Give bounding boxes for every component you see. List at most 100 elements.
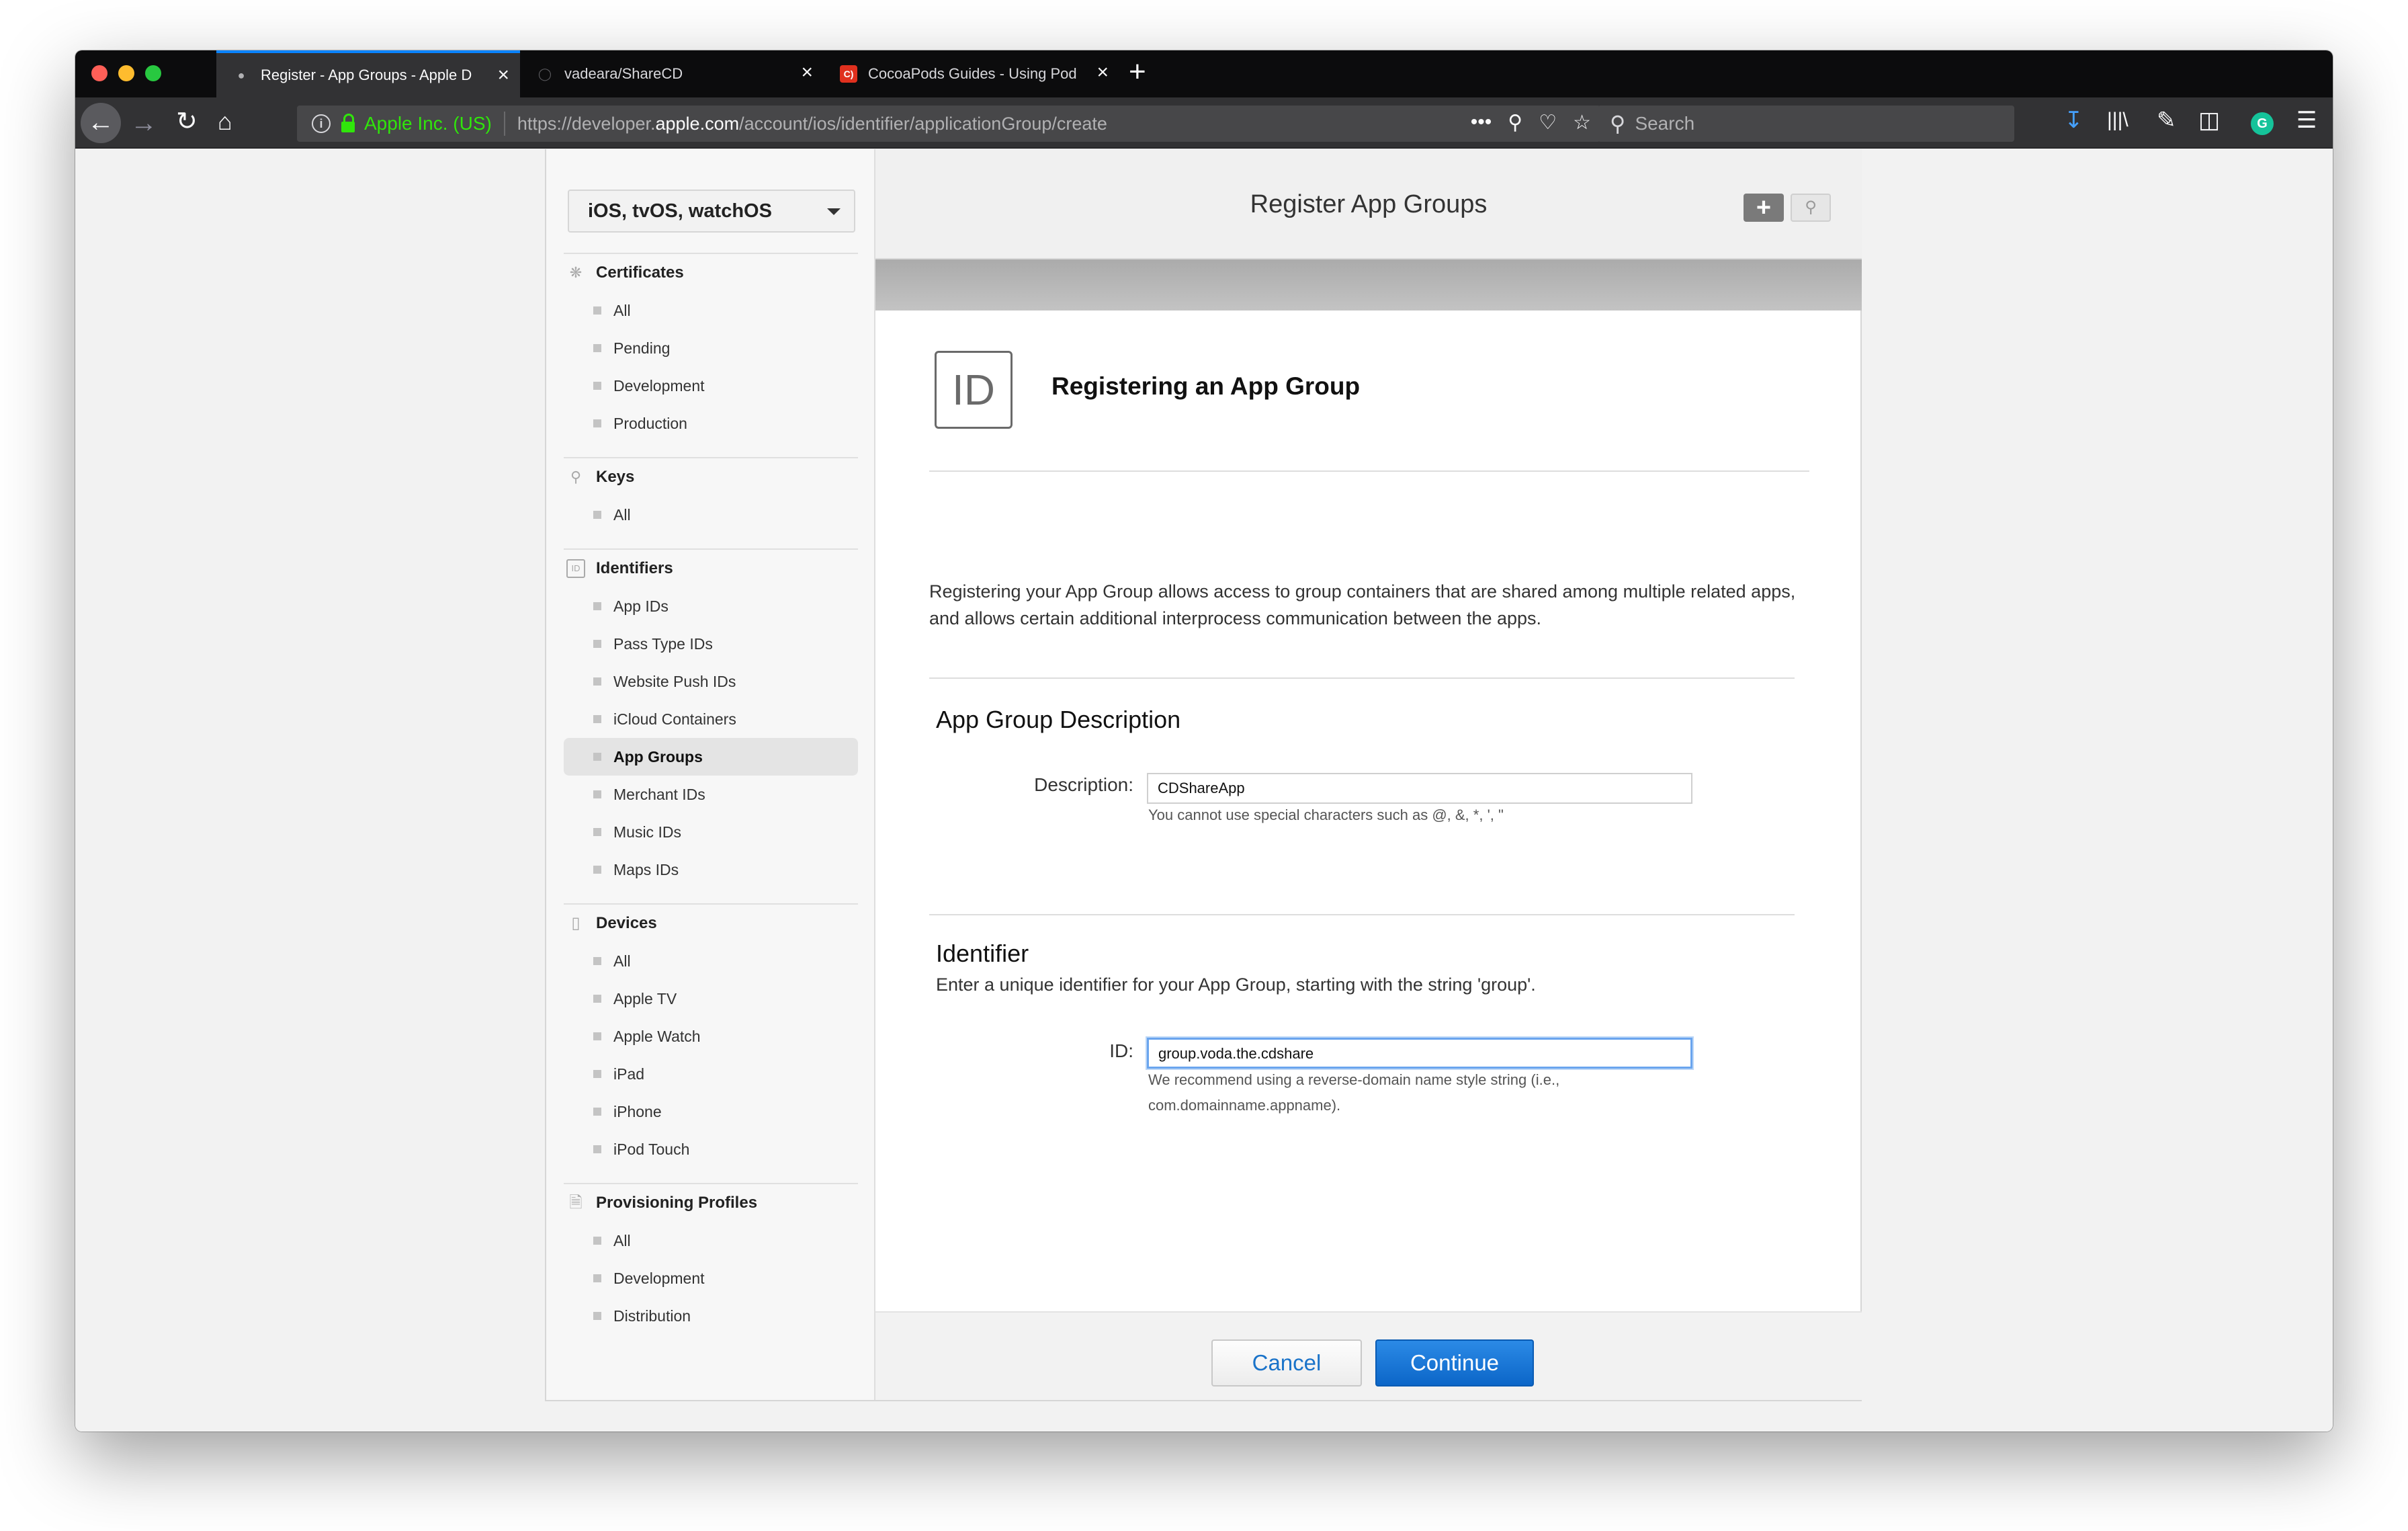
sidebar-item-merchant-ids[interactable]: Merchant IDs — [564, 776, 858, 813]
sidebar-item-label: Production — [613, 414, 687, 432]
main-panel: Register App Groups + ⚲ ID Registering a… — [875, 149, 1862, 1400]
bullet — [593, 1108, 601, 1116]
header-band — [875, 259, 1862, 311]
home-button[interactable]: ⌂ — [218, 108, 232, 135]
sidebar-item-certificates-all[interactable]: All — [564, 292, 858, 329]
pocket-icon[interactable]: ♡ — [1539, 111, 1557, 134]
sidebar-item-apple-watch[interactable]: Apple Watch — [564, 1018, 858, 1055]
forward-button[interactable]: → — [130, 110, 157, 136]
sidebar-item-label: Website Push IDs — [613, 672, 736, 690]
sidebar-header-devices: ▯ Devices — [564, 905, 858, 942]
sidebar-section-keys: ⚲ Keys All — [564, 457, 858, 534]
bullet — [593, 1312, 601, 1320]
url-path: /account/ios/identifier/applicationGroup… — [739, 113, 1107, 134]
page-title: Register App Groups — [1250, 190, 1488, 218]
sidebar-item-label: All — [613, 1231, 631, 1249]
key-icon: ⚲ — [570, 468, 582, 485]
menu-icon[interactable]: ☰ — [2296, 107, 2317, 134]
url-separator — [503, 112, 505, 136]
grammarly-icon[interactable]: G — [2251, 112, 2274, 135]
certificate-icon: ❋ — [569, 264, 583, 281]
sidebar-item-app-groups[interactable]: App Groups — [564, 738, 858, 776]
new-tab-button[interactable]: + — [1129, 57, 1146, 87]
tab-strip: ● Register - App Groups - Apple D × ◯ va… — [75, 50, 2333, 97]
close-tab-icon[interactable]: × — [1096, 63, 1109, 83]
sidebar-item-pass-type-ids[interactable]: Pass Type IDs — [564, 625, 858, 663]
sidebar-icon[interactable]: ◫ — [2198, 107, 2220, 134]
sidebar-item-label: All — [613, 952, 631, 970]
sidebar-item-profiles-all[interactable]: All — [564, 1222, 858, 1259]
sidebar-item-label: iPad — [613, 1065, 645, 1083]
bullet — [593, 677, 601, 686]
sidebar-section-identifiers: ID Identifiers App IDs Pass Type IDs Web… — [564, 548, 858, 888]
page-actions-icon[interactable]: ••• — [1471, 111, 1492, 134]
sidebar-item-app-ids[interactable]: App IDs — [564, 587, 858, 625]
description-field[interactable]: CDShareApp — [1147, 773, 1692, 804]
sidebar-item-label: Apple TV — [613, 989, 677, 1007]
close-tab-icon[interactable]: × — [801, 63, 813, 83]
site-identity[interactable]: Apple Inc. (US) — [364, 113, 492, 134]
sidebar-item-label: Maps IDs — [613, 860, 679, 878]
sidebar-item-production[interactable]: Production — [564, 405, 858, 442]
sidebar-item-ipod-touch[interactable]: iPod Touch — [564, 1130, 858, 1168]
lock-icon — [341, 114, 355, 132]
sidebar-header-provisioning-profiles: 🗎 Provisioning Profiles — [564, 1184, 858, 1222]
wrench-icon[interactable]: ✎ — [2157, 107, 2176, 134]
apple-logo-icon: ● — [237, 68, 245, 82]
browser-window: ● Register - App Groups - Apple D × ◯ va… — [75, 50, 2333, 1432]
search-input[interactable]: ⚲ Search — [1598, 106, 2014, 142]
sidebar-item-iphone[interactable]: iPhone — [564, 1093, 858, 1130]
sidebar-section-devices: ▯ Devices All Apple TV Apple Watch iPad … — [564, 903, 858, 1168]
back-button[interactable]: ← — [81, 103, 121, 143]
developer-portal-page: iOS, tvOS, watchOS ❋ Certificates All Pe… — [545, 149, 1862, 1401]
sidebar-header-label: Certificates — [596, 263, 684, 282]
minimize-window-button[interactable] — [118, 65, 134, 81]
id-field[interactable]: group.voda.the.cdshare — [1147, 1038, 1692, 1069]
sidebar-header-certificates: ❋ Certificates — [564, 254, 858, 292]
url-bar[interactable]: i Apple Inc. (US) https://developer.appl… — [297, 106, 1600, 142]
add-button[interactable]: + — [1744, 194, 1784, 222]
continue-button[interactable]: Continue — [1375, 1339, 1534, 1387]
sidebar-item-icloud-containers[interactable]: iCloud Containers — [564, 700, 858, 738]
search-button[interactable]: ⚲ — [1791, 194, 1831, 222]
sidebar-item-label: Development — [613, 1269, 705, 1287]
id-icon: ID — [566, 559, 585, 578]
tab-title: vadeara/ShareCD — [564, 65, 683, 82]
url-text[interactable]: https://developer.apple.com/account/ios/… — [517, 114, 1107, 134]
close-tab-icon[interactable]: × — [497, 65, 509, 85]
sidebar-item-profiles-development[interactable]: Development — [564, 1259, 858, 1297]
zoom-window-button[interactable] — [145, 65, 161, 81]
bullet — [593, 419, 601, 427]
tab-cocoapods[interactable]: C) CocoaPods Guides - Using Pod × — [824, 50, 1119, 97]
sidebar-item-pending[interactable]: Pending — [564, 329, 858, 367]
url-domain: apple.com — [655, 113, 740, 134]
platform-select[interactable]: iOS, tvOS, watchOS — [568, 190, 855, 233]
tab-register-app-groups[interactable]: ● Register - App Groups - Apple D × — [216, 50, 520, 97]
document-icon: 🗎 — [569, 1194, 583, 1212]
tab-title: CocoaPods Guides - Using Pod — [868, 65, 1077, 82]
sidebar-item-apple-tv[interactable]: Apple TV — [564, 980, 858, 1018]
bullet — [593, 344, 601, 352]
sidebar-item-ipad[interactable]: iPad — [564, 1055, 858, 1093]
tab-sharecd[interactable]: ◯ vadeara/ShareCD × — [520, 50, 824, 97]
sidebar-item-distribution[interactable]: Distribution — [564, 1297, 858, 1335]
sidebar-item-music-ids[interactable]: Music IDs — [564, 813, 858, 851]
tab-title: Register - App Groups - Apple D — [261, 67, 472, 83]
cocoapods-icon: C) — [840, 65, 857, 83]
nav-toolbar: ← → ↻ ⌂ i Apple Inc. (US) https://develo… — [75, 97, 2333, 149]
bookmark-star-icon[interactable]: ☆ — [1573, 111, 1591, 134]
download-icon[interactable]: ↧ — [2064, 107, 2083, 134]
info-icon[interactable]: i — [312, 114, 331, 133]
sidebar-item-website-push-ids[interactable]: Website Push IDs — [564, 663, 858, 700]
close-window-button[interactable] — [91, 65, 108, 81]
library-icon[interactable]: |||\ — [2107, 107, 2128, 134]
sidebar-item-maps-ids[interactable]: Maps IDs — [564, 851, 858, 888]
sidebar-item-keys-all[interactable]: All — [564, 496, 858, 534]
cancel-button[interactable]: Cancel — [1211, 1339, 1362, 1387]
sidebar-item-devices-all[interactable]: All — [564, 942, 858, 980]
lightbulb-icon[interactable]: ⚲ — [1508, 111, 1522, 134]
device-icon: ▯ — [571, 914, 580, 932]
sidebar-item-label: Apple Watch — [613, 1027, 701, 1045]
reload-button[interactable]: ↻ — [176, 108, 198, 135]
sidebar-item-certificates-development[interactable]: Development — [564, 367, 858, 405]
